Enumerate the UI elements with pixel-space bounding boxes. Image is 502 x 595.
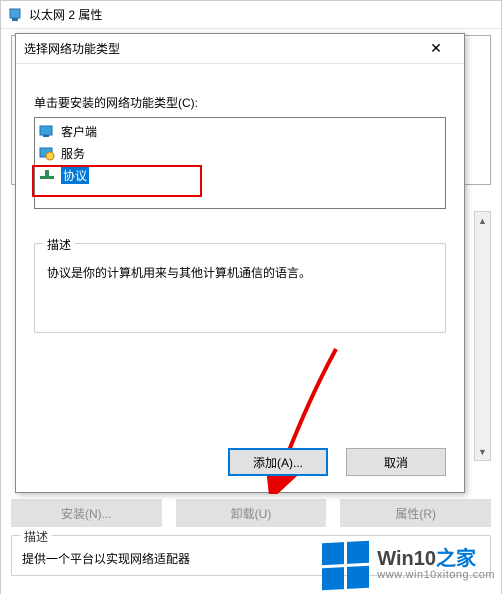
parent-titlebar: 以太网 2 属性 — [1, 1, 501, 29]
cancel-button[interactable]: 取消 — [346, 448, 446, 476]
feature-type-listbox[interactable]: 客户端 服务 协议 — [34, 117, 446, 209]
close-icon: ✕ — [430, 40, 442, 57]
description-text: 协议是你的计算机用来与其他计算机通信的语言。 — [47, 266, 311, 280]
add-button-label: 添加(A)... — [253, 454, 303, 471]
cancel-button-label: 取消 — [384, 454, 408, 471]
client-icon — [39, 123, 55, 139]
list-item-service[interactable]: 服务 — [35, 142, 445, 164]
watermark: Win10之家 www.win10xitong.com — [322, 542, 495, 589]
bg-desc-text: 提供一个平台以实现网络适配器 — [22, 552, 190, 566]
protocol-icon — [39, 167, 55, 183]
list-item-label: 协议 — [61, 167, 89, 184]
list-item-label: 客户端 — [61, 123, 97, 140]
dialog-title: 选择网络功能类型 — [24, 40, 120, 57]
background-scrollbar[interactable]: ▲ ▼ — [474, 211, 491, 461]
watermark-brand: Win10之家 — [377, 549, 495, 570]
scroll-down-icon[interactable]: ▼ — [475, 443, 490, 460]
windows-logo-icon — [322, 541, 369, 590]
close-button[interactable]: ✕ — [416, 36, 456, 62]
parent-window-title: 以太网 2 属性 — [29, 6, 102, 23]
scroll-up-icon[interactable]: ▲ — [475, 212, 490, 229]
service-icon — [39, 145, 55, 161]
list-item-label: 服务 — [61, 145, 85, 162]
list-item-protocol[interactable]: 协议 — [35, 164, 445, 186]
list-item-client[interactable]: 客户端 — [35, 120, 445, 142]
add-button[interactable]: 添加(A)... — [228, 448, 328, 476]
watermark-url: www.win10xitong.com — [377, 570, 495, 582]
ethernet-icon — [7, 7, 23, 23]
install-button-bg: 安装(N)... — [11, 499, 162, 527]
description-legend: 描述 — [43, 236, 75, 253]
dialog-titlebar: 选择网络功能类型 ✕ — [16, 34, 464, 64]
bg-desc-legend: 描述 — [20, 528, 52, 545]
uninstall-button-bg: 卸载(U) — [176, 499, 327, 527]
properties-button-bg: 属性(R) — [340, 499, 491, 527]
description-group: 描述 协议是你的计算机用来与其他计算机通信的语言。 — [34, 243, 446, 333]
select-network-feature-dialog: 选择网络功能类型 ✕ 单击要安装的网络功能类型(C): 客户端 服务 — [15, 33, 465, 493]
instruction-label: 单击要安装的网络功能类型(C): — [34, 94, 446, 111]
